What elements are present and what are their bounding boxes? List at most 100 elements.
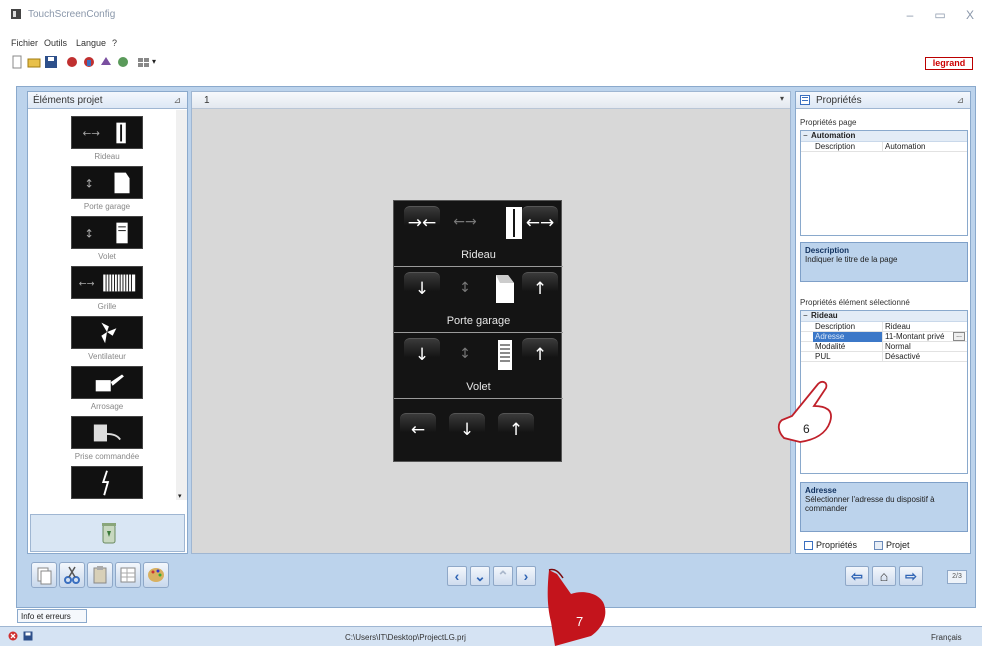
legrand-logo: legrand <box>925 57 973 70</box>
menu-bar: Fichier Outils Langue ? <box>0 36 982 50</box>
elements-list: ←→ Rideau ↕ Porte garage ↕ Volet ←→ Gril… <box>28 110 176 500</box>
close-button[interactable]: X <box>962 8 978 22</box>
home-button[interactable]: ⌂ <box>872 566 896 586</box>
device-icon[interactable] <box>99 55 113 69</box>
element-modality-row[interactable]: Modalité Normal <box>801 342 967 352</box>
device-section-rideau[interactable]: →← ←→ ←→ Rideau <box>394 201 563 267</box>
page-description-box: Description Indiquer le titre de la page <box>800 242 968 282</box>
tab-project[interactable]: Projet <box>886 540 910 550</box>
error-icon[interactable] <box>8 631 18 641</box>
device-section-volet[interactable]: ↓ ↕ ↑ Volet <box>394 333 563 399</box>
curtain-icon <box>506 207 522 239</box>
page-tab[interactable]: 1 ▾ <box>192 92 790 109</box>
section-label: Rideau <box>461 249 496 261</box>
previous-item-button[interactable]: ‹ <box>447 566 467 586</box>
info-errors-tab[interactable]: Info et erreurs <box>17 609 87 623</box>
menu-fichier[interactable]: Fichier <box>11 38 38 48</box>
move-up-button[interactable]: ⌃ <box>493 566 513 586</box>
callout-7: 7 <box>576 614 584 629</box>
section-label: Volet <box>466 381 491 393</box>
garage-up-button[interactable]: ↑ <box>522 272 558 306</box>
grille-icon: ←→ <box>71 266 143 299</box>
svg-text:←→: ←→ <box>79 279 95 290</box>
page-description-row[interactable]: Description Automation <box>801 142 967 152</box>
next-item-button[interactable]: › <box>516 566 536 586</box>
save-icon[interactable] <box>44 55 58 69</box>
page-dropdown-icon[interactable]: ▾ <box>780 94 784 103</box>
control-bar: ‹ ⌄ ⌃ › ⇦ ⌂ ⇨ 2/3 <box>27 558 971 600</box>
shutter-up-button[interactable]: ↑ <box>522 338 558 372</box>
element-partial[interactable] <box>28 466 176 500</box>
open-curtain-button[interactable]: ←→ <box>522 206 558 240</box>
menu-help[interactable]: ? <box>112 38 117 48</box>
pin-icon[interactable]: ⊿ <box>956 95 964 106</box>
shutter-icon <box>498 340 512 370</box>
element-description-row[interactable]: Description Rideau <box>801 322 967 332</box>
menu-langue[interactable]: Langue <box>76 38 106 48</box>
properties-panel-header: Propriétés ⊿ <box>796 92 970 109</box>
shutter-down-button[interactable]: ↓ <box>404 338 440 372</box>
fan-icon <box>71 316 143 349</box>
tab-properties[interactable]: Propriétés <box>816 540 857 550</box>
left-arrow-button[interactable]: ← <box>400 413 436 447</box>
garage-state-icon: ↕ <box>459 280 471 296</box>
section-label: Porte garage <box>446 315 511 327</box>
element-ventilateur[interactable]: Ventilateur <box>28 316 176 366</box>
minimize-button[interactable]: – <box>902 8 918 22</box>
browse-address-button[interactable]: ... <box>953 332 965 341</box>
curtain-icon: ←→ <box>71 116 143 149</box>
pointing-hand-7-icon <box>547 568 606 646</box>
open-folder-icon[interactable] <box>27 55 41 69</box>
properties-panel-title: Propriétés <box>816 95 862 106</box>
elements-scrollbar[interactable]: ▾ <box>176 110 187 500</box>
save-status-icon[interactable] <box>23 631 33 641</box>
callout-6: 6 <box>803 422 810 436</box>
menu-outils[interactable]: Outils <box>44 38 67 48</box>
grid-icon[interactable] <box>137 55 151 69</box>
element-rideau[interactable]: ←→ Rideau <box>28 116 176 166</box>
pin-icon[interactable]: ⊿ <box>173 95 181 106</box>
element-properties-title: Propriétés élément sélectionné <box>800 298 910 307</box>
app-icon <box>11 9 21 19</box>
element-grille[interactable]: ←→ Grille <box>28 266 176 316</box>
garage-door-icon: ↕ <box>71 166 143 199</box>
element-group-header[interactable]: − Rideau <box>801 311 967 322</box>
toolbar: ▾ <box>0 52 982 74</box>
recycle-bin-icon[interactable] <box>101 521 117 545</box>
upload-icon[interactable] <box>65 55 79 69</box>
garage-down-button[interactable]: ↓ <box>404 272 440 306</box>
copy-button[interactable] <box>31 562 57 588</box>
copy-icon <box>37 567 52 585</box>
close-curtain-button[interactable]: →← <box>404 206 440 240</box>
previous-page-button[interactable]: ⇦ <box>845 566 869 586</box>
element-prise-commandee[interactable]: Prise commandée <box>28 416 176 466</box>
garage-door-icon <box>496 275 514 303</box>
settings-icon[interactable] <box>116 55 130 69</box>
cut-button[interactable] <box>59 562 85 588</box>
element-address-row[interactable]: Adresse 11-Montant privé ... <box>801 332 967 342</box>
page-properties-grid: − Automation Description Automation <box>800 130 968 236</box>
scroll-down-icon[interactable]: ▾ <box>178 492 182 500</box>
download-icon[interactable] <box>82 55 96 69</box>
page-group-header[interactable]: − Automation <box>801 131 967 142</box>
device-section-blank[interactable]: ← ↓ ↑ <box>394 399 563 463</box>
trash-area[interactable] <box>30 514 185 552</box>
element-volet[interactable]: ↕ Volet <box>28 216 176 266</box>
element-porte-garage[interactable]: ↕ Porte garage <box>28 166 176 216</box>
new-file-icon[interactable] <box>10 55 24 69</box>
element-arrosage[interactable]: Arrosage <box>28 366 176 416</box>
up-arrow-button[interactable]: ↑ <box>498 413 534 447</box>
window-title: TouchScreenConfig <box>28 9 116 20</box>
palette-button[interactable] <box>143 562 169 588</box>
down-arrow-button[interactable]: ↓ <box>449 413 485 447</box>
svg-text:↕: ↕ <box>84 228 93 241</box>
device-section-porte-garage[interactable]: ↓ ↕ ↑ Porte garage <box>394 267 563 333</box>
layout-button[interactable] <box>115 562 141 588</box>
svg-text:←→: ←→ <box>83 128 101 140</box>
paste-button[interactable] <box>87 562 113 588</box>
element-pul-row[interactable]: PUL Désactivé <box>801 352 967 362</box>
next-page-button[interactable]: ⇨ <box>899 566 923 586</box>
move-down-button[interactable]: ⌄ <box>470 566 490 586</box>
maximize-button[interactable]: ▭ <box>932 8 948 22</box>
dropdown-arrow-icon[interactable]: ▾ <box>152 57 166 71</box>
